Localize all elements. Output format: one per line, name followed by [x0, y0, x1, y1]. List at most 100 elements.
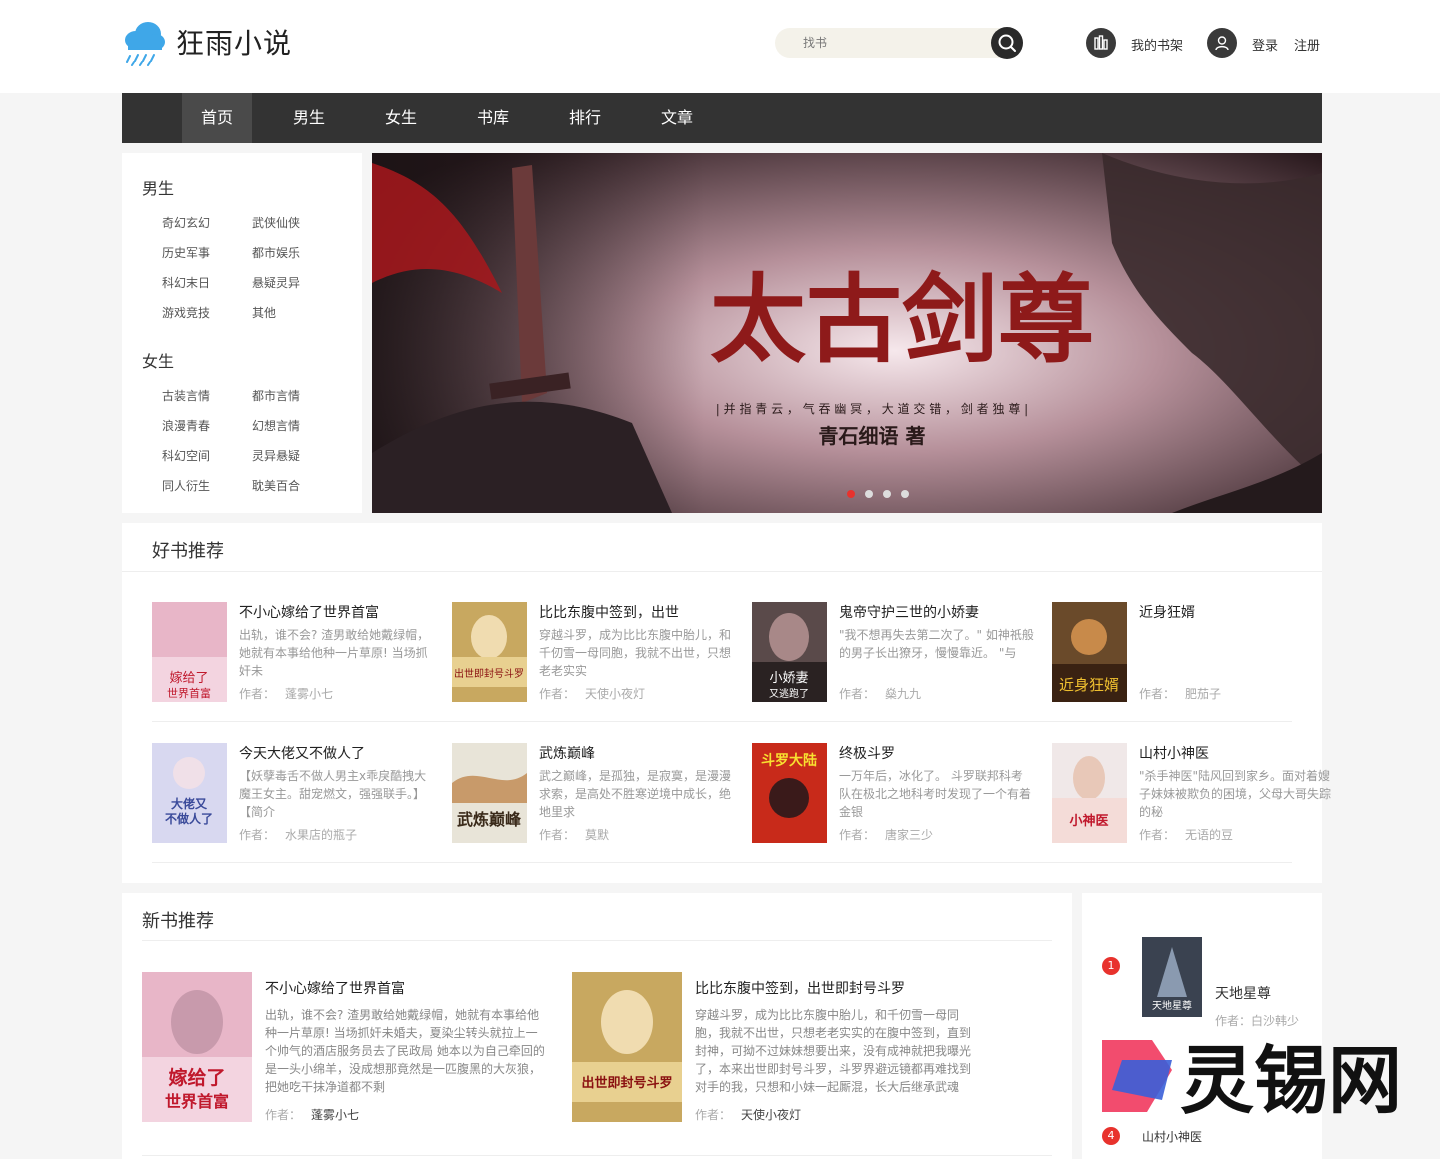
banner-title: 太古剑尊	[710, 263, 1094, 376]
category-link[interactable]: 其他	[252, 304, 276, 321]
book-cover[interactable]: 近身狂婿	[1052, 602, 1127, 702]
book-desc: "杀手神医"陆风回到家乡。面对着嫂子妹妹被欺负的困境，父母大哥失踪的秘	[1139, 769, 1332, 819]
search-button[interactable]	[991, 27, 1023, 59]
book-card[interactable]: 嫁给了 世界首富 不小心嫁给了世界首富 出轨，谁不会? 渣男敢给她戴绿帽，她就有本…	[152, 602, 429, 702]
banner-image: 太古剑尊 | 并 指 青 云 ， 气 吞 幽 冥 ， 大 道 交 错 ， 剑 者…	[372, 153, 1322, 513]
category-link[interactable]: 科幻末日	[162, 274, 210, 291]
login-link[interactable]: 登录	[1252, 35, 1278, 54]
book-title[interactable]: 不小心嫁给了世界首富	[265, 978, 405, 998]
category-link[interactable]: 灵异悬疑	[252, 447, 300, 464]
book-author: 作者： 唐家三少	[839, 828, 934, 842]
book-author: 作者： 莫默	[539, 828, 610, 842]
bookshelf-icon[interactable]	[1086, 28, 1116, 58]
divider	[152, 862, 1292, 863]
svg-text:又逃跑了: 又逃跑了	[769, 687, 809, 700]
book-cover[interactable]: 小神医	[1052, 743, 1127, 843]
category-link[interactable]: 武侠仙侠	[252, 214, 300, 231]
book-author: 作者： 水果店的瓶子	[239, 828, 358, 842]
nav-library[interactable]: 书库	[458, 93, 528, 143]
book-cover[interactable]: 天地星尊	[1142, 937, 1202, 1017]
book-cover[interactable]: 出世即封号斗罗	[572, 972, 682, 1122]
svg-text:小娇妻: 小娇妻	[769, 671, 808, 686]
carousel-dot[interactable]	[847, 490, 855, 498]
book-title[interactable]: 比比东腹中签到，出世即封号斗罗	[695, 978, 905, 998]
book-author: 作者： 天使小夜灯	[695, 1108, 802, 1122]
book-title[interactable]: 不小心嫁给了世界首富	[239, 602, 379, 622]
svg-text:不做人了: 不做人了	[165, 811, 213, 826]
nav-female[interactable]: 女生	[366, 93, 436, 143]
category-link[interactable]: 浪漫青春	[162, 417, 210, 434]
category-link[interactable]: 同人衍生	[162, 477, 210, 494]
category-link[interactable]: 游戏竞技	[162, 304, 210, 321]
book-desc: "我不想再失去第二次了。" 如神祇般的男子长出獠牙，慢慢靠近。 "与	[839, 628, 1034, 660]
book-cover[interactable]: 小娇妻 又逃跑了	[752, 602, 827, 702]
svg-text:太古剑尊: 太古剑尊	[710, 263, 1094, 376]
category-link[interactable]: 幻想言情	[252, 417, 300, 434]
book-card[interactable]: 斗罗大陆 终极斗罗 一万年后，冰化了。 斗罗联邦科考队在极北之地科考时发现了一个…	[752, 743, 1031, 843]
user-icon[interactable]	[1207, 28, 1237, 58]
svg-text:近身狂婿: 近身狂婿	[1059, 676, 1119, 694]
svg-text:出世即封号斗罗: 出世即封号斗罗	[581, 1075, 672, 1091]
book-cover[interactable]: 武炼巅峰	[452, 743, 527, 843]
nav-articles[interactable]: 文章	[642, 93, 712, 143]
book-author: 作者： 蓬雾小七	[239, 687, 334, 701]
book-title[interactable]: 今天大佬又不做人了	[239, 743, 365, 763]
category-link[interactable]: 科幻空间	[162, 447, 210, 464]
book-card[interactable]: 嫁给了 世界首富 不小心嫁给了世界首富 出轨，谁不会? 渣男敢给她戴绿帽，她就有本…	[142, 972, 552, 1122]
category-link[interactable]: 耽美百合	[252, 477, 300, 494]
new-books-section: 新书推荐 嫁给了 世界首富 不小心嫁给了世界首富 出轨，谁不会? 渣男敢给她戴绿帽…	[122, 893, 1072, 1159]
watermark-logo: 灵锡网	[1092, 1030, 1402, 1124]
book-author: 作者： 燊九九	[839, 687, 922, 701]
category-link[interactable]: 都市娱乐	[252, 244, 300, 261]
book-cover[interactable]: 出世即封号斗罗	[452, 602, 527, 702]
svg-text:大佬又: 大佬又	[171, 796, 208, 811]
book-title[interactable]: 山村小神医	[1139, 743, 1209, 763]
category-link[interactable]: 都市言情	[252, 387, 300, 404]
banner-carousel[interactable]: 太古剑尊 | 并 指 青 云 ， 气 吞 幽 冥 ， 大 道 交 错 ， 剑 者…	[372, 153, 1322, 513]
nav-ranking[interactable]: 排行	[550, 93, 620, 143]
register-link[interactable]: 注册	[1294, 35, 1320, 54]
nav-home[interactable]: 首页	[182, 93, 252, 143]
book-card[interactable]: 出世即封号斗罗 比比东腹中签到，出世 穿越斗罗，成为比比东腹中胎儿，和千仞雪一母…	[452, 602, 731, 702]
book-title[interactable]: 比比东腹中签到，出世	[539, 602, 679, 622]
book-card[interactable]: 近身狂婿 近身狂婿 作者： 肥茄子	[1052, 602, 1322, 702]
book-title[interactable]: 近身狂婿	[1139, 602, 1195, 622]
book-card[interactable]: 武炼巅峰 武炼巅峰 武之巅峰，是孤独，是寂寞，是漫漫求索，是高处不胜寒逆境中成长…	[452, 743, 731, 843]
category-link[interactable]: 历史军事	[162, 244, 210, 261]
book-card[interactable]: 大佬又 不做人了 今天大佬又不做人了 【妖孽毒舌不做人男主x乖戾酷拽大魔王女主。甜…	[152, 743, 426, 843]
svg-text:斗罗大陆: 斗罗大陆	[761, 752, 817, 769]
rain-cloud-icon	[122, 18, 166, 66]
carousel-dot[interactable]	[901, 490, 909, 498]
book-card[interactable]: 小娇妻 又逃跑了 鬼帝守护三世的小娇妻 "我不想再失去第二次了。" 如神祇般的男子…	[752, 602, 1034, 702]
book-author: 作者： 无语的豆	[1139, 828, 1234, 842]
rank-number: 4	[1102, 1127, 1120, 1145]
book-card[interactable]: 小神医 山村小神医 "杀手神医"陆风回到家乡。面对着嫂子妹妹被欺负的困境，父母大…	[1052, 743, 1331, 843]
search-box	[775, 27, 1023, 59]
category-link[interactable]: 奇幻玄幻	[162, 214, 210, 231]
header: 狂雨小说 我的书架 登录 注册	[0, 0, 1440, 93]
book-cover[interactable]: 嫁给了 世界首富	[142, 972, 252, 1122]
rank-book-title[interactable]: 山村小神医	[1142, 1128, 1202, 1145]
nav-male[interactable]: 男生	[274, 93, 344, 143]
book-title[interactable]: 终极斗罗	[839, 743, 895, 763]
book-author: 作者： 蓬雾小七	[265, 1108, 360, 1122]
svg-text:武炼巅峰: 武炼巅峰	[457, 810, 522, 829]
my-bookshelf-link[interactable]: 我的书架	[1131, 35, 1183, 54]
svg-text:世界首富: 世界首富	[165, 1092, 229, 1111]
carousel-dot[interactable]	[883, 490, 891, 498]
category-heading-male: 男生	[142, 179, 175, 198]
category-link[interactable]: 悬疑灵异	[252, 274, 300, 291]
search-input[interactable]	[803, 34, 983, 52]
good-books-section: 好书推荐 嫁给了 世界首富 不小心嫁给了世界首富 出轨，谁不会? 渣男敢给她戴绿帽…	[122, 523, 1331, 883]
book-card[interactable]: 出世即封号斗罗 比比东腹中签到，出世即封号斗罗 穿越斗罗，成为比比东腹中胎儿，和…	[572, 972, 982, 1122]
book-title[interactable]: 武炼巅峰	[539, 743, 595, 763]
section-title: 好书推荐	[152, 541, 224, 562]
book-cover[interactable]: 嫁给了 世界首富	[152, 602, 227, 702]
category-link[interactable]: 古装言情	[162, 387, 210, 404]
carousel-dot[interactable]	[865, 490, 873, 498]
book-cover[interactable]: 斗罗大陆	[752, 743, 827, 843]
site-logo[interactable]: 狂雨小说	[122, 18, 292, 66]
book-cover[interactable]: 大佬又 不做人了	[152, 743, 227, 843]
book-title[interactable]: 鬼帝守护三世的小娇妻	[839, 602, 979, 622]
rank-book-title[interactable]: 天地星尊	[1215, 983, 1271, 1003]
